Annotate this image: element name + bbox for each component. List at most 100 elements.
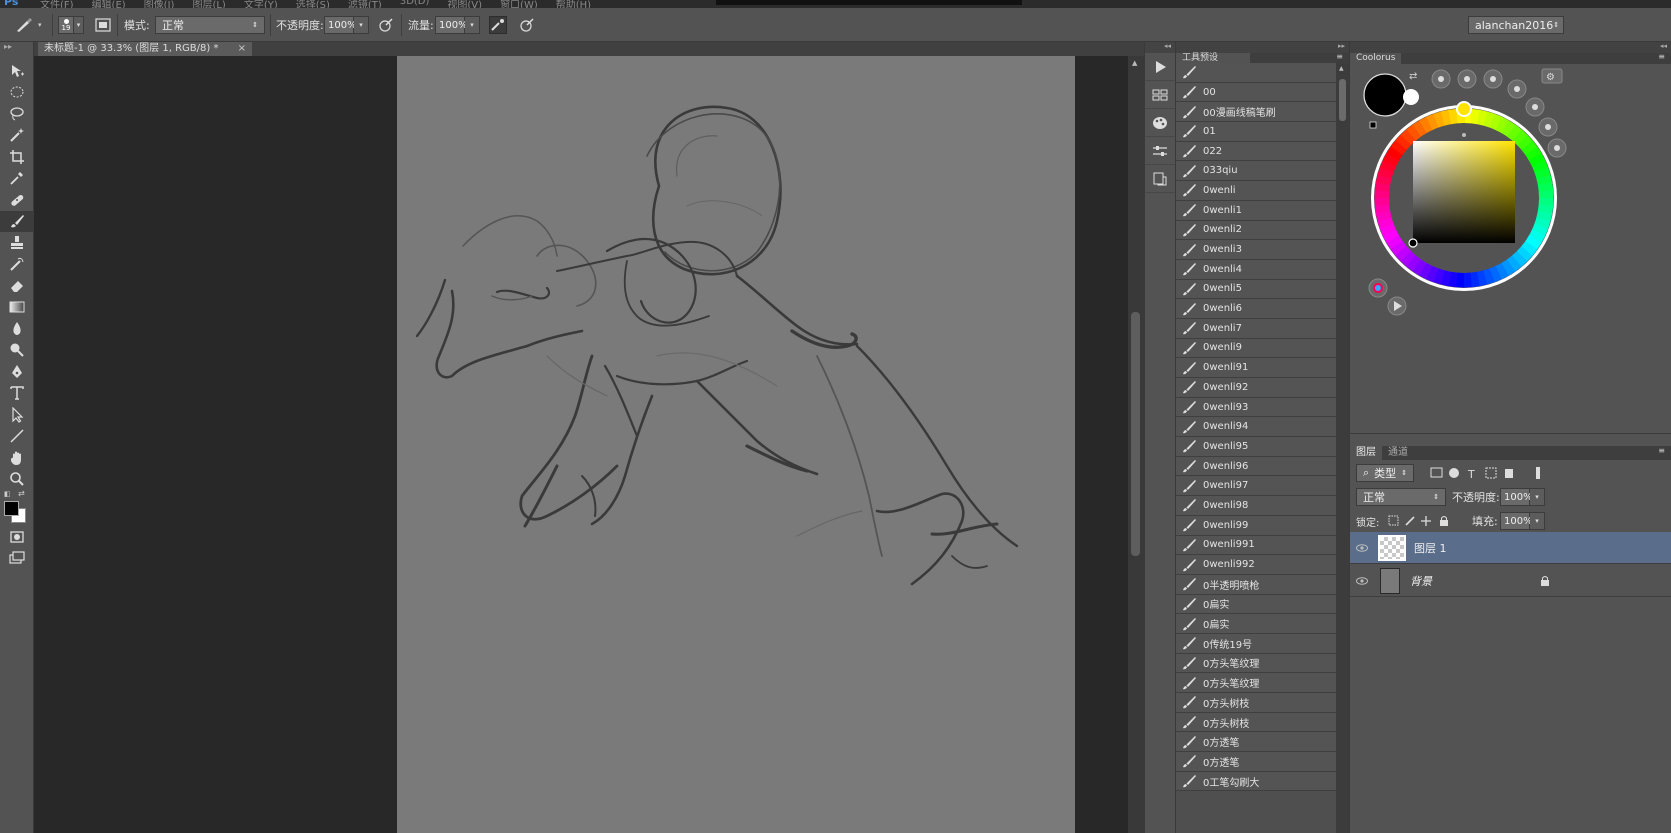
layer-name[interactable]: 背景 [1410,573,1432,589]
panel-menu-icon[interactable]: ≡ [1658,446,1665,455]
preset-item[interactable]: 00 [1176,82,1336,103]
default-colors-icon[interactable] [1369,121,1377,129]
zoom-tool[interactable] [0,469,34,491]
menu-help[interactable]: 帮助(H) [556,0,591,8]
color-wheel-widget[interactable]: ⇄ ⚙ [1350,64,1671,434]
brush-panel-toggle[interactable] [94,16,112,34]
swatches-panel-button[interactable] [1145,81,1175,109]
preset-item[interactable]: 0方透笔 [1176,732,1336,753]
preset-item[interactable]: 0扁实 [1176,594,1336,615]
hue-handle[interactable] [1456,101,1472,117]
opacity-field[interactable]: 100% ▾ [324,16,369,34]
preset-item[interactable]: 033qiu [1176,161,1336,182]
preset-item[interactable]: 0工笔勾刷大 [1176,771,1336,792]
preset-item[interactable] [1176,63,1336,83]
menu-view[interactable]: 视图(V) [447,0,482,8]
workspace-select[interactable]: alanchan2016 ⇕ [1468,16,1564,34]
chevron-down-icon[interactable]: ▾ [1530,512,1545,530]
preset-item[interactable]: 022 [1176,141,1336,162]
preset-item[interactable]: 0半透明喷枪 [1176,574,1336,595]
healing-brush-tool[interactable] [0,189,34,211]
scroll-up-icon[interactable]: ▲ [1132,59,1137,67]
preset-item[interactable]: 0wenli93 [1176,397,1336,418]
eye-icon[interactable] [1350,576,1374,585]
layer-filter-icons[interactable]: T [1430,465,1540,481]
crop-tool[interactable] [0,146,34,168]
preset-item[interactable]: 0wenli97 [1176,476,1336,497]
screen-mode-button[interactable] [0,548,34,570]
preset-item[interactable]: 0扁实 [1176,614,1336,634]
preset-item[interactable]: 0wenli4 [1176,259,1336,280]
preset-item[interactable]: 0wenli9 [1176,338,1336,359]
eyedropper-tool[interactable] [0,168,34,190]
adjustments-panel-button[interactable] [1145,137,1175,165]
menu-file[interactable]: 文件(F) [40,0,74,8]
scroll-up-icon[interactable]: ▲ [1339,65,1344,72]
layer-opacity-value[interactable]: 100% [1500,488,1533,506]
preset-item[interactable]: 0wenli95 [1176,437,1336,457]
adjustment-filter-icon[interactable] [1449,468,1459,478]
lock-pixels-icon[interactable] [1405,516,1415,526]
type-tool[interactable] [0,383,34,405]
color-picker-handle[interactable] [1408,238,1418,248]
history-panel-button[interactable] [1145,165,1175,193]
quick-mask-button[interactable] [0,526,34,548]
preset-item[interactable]: 0wenli96 [1176,456,1336,477]
chevron-down-icon[interactable]: ▾ [465,16,480,34]
flow-value[interactable]: 100% [435,16,468,34]
panel-collapse-icon[interactable]: ▸▸ [1176,42,1349,53]
lock-transparency-icon[interactable] [1388,515,1399,526]
swap-colors-icon[interactable]: ⇄ [1409,71,1417,82]
hand-tool[interactable] [0,447,34,469]
lock-position-icon[interactable] [1421,516,1431,526]
history-brush-tool[interactable] [0,254,34,276]
menu-image[interactable]: 图像(I) [144,0,175,8]
document-tab[interactable]: 未标题-1 @ 33.3% (图层 1, RGB/8) * × [38,42,252,56]
preset-item[interactable]: 0wenli [1176,181,1336,201]
preset-item[interactable]: 0方头笔纹理 [1176,653,1336,674]
preset-item[interactable]: 01 [1176,122,1336,142]
eraser-tool[interactable] [0,275,34,297]
preset-item[interactable]: 0方透笔 [1176,752,1336,772]
dodge-tool[interactable] [0,340,34,362]
menu-3d[interactable]: 3D(D) [400,0,430,8]
preset-item[interactable]: 0wenli6 [1176,299,1336,319]
preset-item[interactable]: 0wenli992 [1176,555,1336,575]
panel-collapse-icon[interactable]: ◂◂ [1350,42,1671,53]
preset-item[interactable]: 0wenli991 [1176,535,1336,556]
quick-selection-tool[interactable] [0,125,34,147]
lasso-tool[interactable] [0,103,34,125]
preset-item[interactable]: 0wenli94 [1176,417,1336,438]
chevron-down-icon[interactable]: ▾ [354,16,369,34]
panel-grip[interactable]: ▸▸ [0,42,33,60]
layer-name[interactable]: 图层 1 [1414,540,1447,556]
menu-select[interactable]: 选择(S) [296,0,330,8]
preset-item[interactable]: 0wenli5 [1176,279,1336,300]
airbrush-toggle[interactable] [489,16,507,34]
blur-tool[interactable] [0,318,34,340]
panel-menu-icon[interactable]: ≡ [1336,52,1343,61]
marquee-tool[interactable] [0,82,34,104]
tab-channels[interactable]: 通道 [1382,446,1414,460]
preset-item[interactable]: 0wenli99 [1176,515,1336,536]
tab-tool-presets[interactable]: 工具预设 [1176,53,1250,63]
preset-item[interactable]: 0传统19号 [1176,633,1336,654]
preset-item[interactable]: 0wenli7 [1176,318,1336,339]
layer-row-background[interactable]: 背景 [1350,565,1671,597]
preset-item[interactable]: 00漫画线稿笔刷 [1176,102,1336,123]
gradient-tool[interactable] [0,297,34,319]
document-canvas[interactable] [397,56,1075,833]
layer-row-layer1[interactable]: 图层 1 [1350,532,1671,564]
preset-item[interactable]: 0wenli2 [1176,220,1336,241]
swap-colors-icon[interactable]: ⇄ [18,489,25,498]
type-filter-icon[interactable]: T [1467,468,1475,481]
menu-edit[interactable]: 编辑(E) [92,0,126,8]
menu-type[interactable]: 文字(Y) [244,0,278,8]
pressure-size-toggle[interactable] [518,16,536,34]
default-colors-icon[interactable]: ◧ [4,490,11,498]
chevron-down-icon[interactable]: ▾ [1530,488,1545,506]
blend-mode-select[interactable]: 正常 ⇕ [1356,488,1446,506]
menu-layer[interactable]: 图层(L) [192,0,225,8]
panel-menu-icon[interactable]: ≡ [1658,52,1665,61]
foreground-color-circle[interactable] [1363,73,1407,117]
